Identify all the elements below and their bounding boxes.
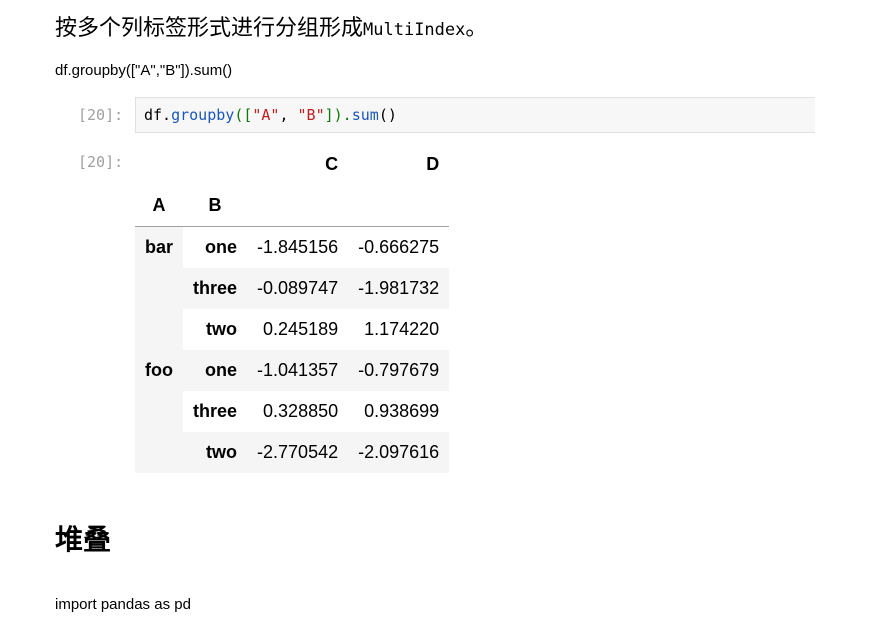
cell-d: -1.981732 [348, 268, 450, 309]
index-name-a: A [152, 195, 166, 215]
cell-d: -0.797679 [348, 350, 450, 391]
index-name-b: B [208, 195, 222, 215]
cell-d: 0.938699 [364, 401, 440, 421]
cell-c: -0.089747 [247, 268, 349, 309]
output-prompt: [20]: [78, 153, 124, 171]
code-string: "B" [297, 106, 325, 124]
cell-d: -2.097616 [348, 432, 450, 473]
intro-text-end: 。 [465, 16, 488, 41]
group-label-foo: foo [135, 350, 184, 473]
table-row: bar one -1.845156 -0.666275 [135, 226, 449, 350]
table-row: foo one -1.041357 -0.797679 [135, 350, 450, 473]
column-header-d: D [426, 154, 440, 174]
code-bracket: ([ [234, 106, 253, 124]
code-function-name: groupby [171, 106, 235, 124]
cell-d: 1.174220 [364, 319, 440, 339]
code-caption: df.groupby(["A","B"]).sum() [55, 62, 233, 79]
code-cell-input[interactable]: df.groupby(["A", "B"]).sum() [135, 97, 815, 133]
row-label: two [206, 319, 238, 339]
row-label: two [183, 432, 248, 473]
column-header-row: C D [135, 144, 449, 185]
row-label: three [183, 268, 248, 309]
cell-d: -0.666275 [358, 237, 440, 257]
row-label: one [183, 350, 248, 391]
table-row: three 0.328850 0.938699 [135, 391, 449, 432]
code-string: "A" [252, 106, 280, 124]
cell-c: 0.328850 [263, 401, 339, 421]
dataframe-table: C D A B bar one -1.845156 -0.666275 thre… [135, 144, 450, 473]
intro-paragraph: 按多个列标签形式进行分组形成MultiIndex。 [55, 14, 487, 44]
table-row: two 0.245189 1.174220 [135, 309, 449, 350]
cell-c: -1.041357 [247, 350, 349, 391]
row-label: one [205, 237, 238, 257]
input-prompt: [20]: [78, 106, 124, 124]
code-token: df. [144, 106, 172, 124]
code-caption-footer: import pandas as pd [55, 596, 191, 613]
table-row: three -0.089747 -1.981732 [135, 268, 450, 309]
section-heading: 堆叠 [55, 523, 112, 556]
row-label: three [193, 401, 238, 421]
group-label-bar: bar [135, 226, 184, 350]
cell-c: -2.770542 [247, 432, 349, 473]
cell-c: 0.245189 [263, 319, 339, 339]
code-token: , [279, 106, 298, 124]
index-names-row: A B [135, 185, 450, 227]
code-bracket: ]). [324, 106, 352, 124]
code-function-name: sum [351, 106, 379, 124]
cell-c: -1.845156 [257, 237, 339, 257]
column-header-c: C [325, 154, 339, 174]
intro-text: 按多个列标签形式进行分组形成 [55, 16, 364, 41]
intro-inline-code: MultiIndex [363, 20, 466, 40]
code-token: () [378, 106, 397, 124]
table-row: two -2.770542 -2.097616 [135, 432, 450, 473]
